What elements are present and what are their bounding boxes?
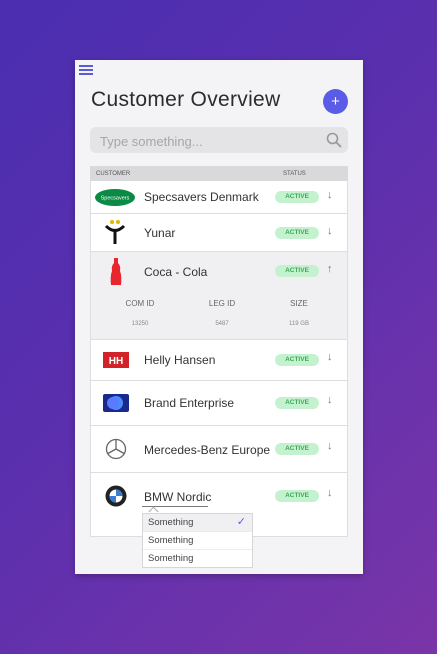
bmw-logo <box>105 485 127 507</box>
expand-arrow-down-icon[interactable]: ↓ <box>327 394 333 406</box>
customer-name[interactable]: Brand Enterprise <box>144 396 234 410</box>
table-row[interactable]: Mercedes-Benz Europe ACTIVE ↓ <box>90 426 348 473</box>
status-badge: ACTIVE <box>275 191 319 203</box>
coca-cola-bottle-logo <box>110 258 122 285</box>
leg-id-value: 5487 <box>215 321 229 327</box>
collapse-arrow-up-icon[interactable]: ↑ <box>327 263 333 275</box>
dropdown-menu: Something ✓ Something Something <box>142 513 253 568</box>
customer-name[interactable]: Helly Hansen <box>144 353 215 367</box>
status-badge: ACTIVE <box>275 227 319 239</box>
helly-hansen-logo: HH <box>103 352 129 368</box>
customer-name[interactable]: Coca - Cola <box>144 265 207 279</box>
table-row[interactable]: Brand Enterprise ACTIVE ↓ <box>90 381 348 426</box>
expand-arrow-down-icon[interactable]: ↓ <box>327 189 333 201</box>
status-badge: ACTIVE <box>275 443 319 455</box>
table-row[interactable]: Specsavers Specsavers Denmark ACTIVE ↓ <box>90 181 348 214</box>
customer-name[interactable]: Specsavers Denmark <box>144 190 259 204</box>
size-label: SIZE <box>290 299 308 308</box>
status-badge: ACTIVE <box>275 397 319 409</box>
com-id-label: COM ID <box>125 299 155 308</box>
customer-name[interactable]: Mercedes-Benz Europe <box>144 443 270 457</box>
table-header: CUSTOMER STATUS <box>90 166 348 181</box>
dropdown-option[interactable]: Something <box>143 532 252 550</box>
expand-arrow-down-icon[interactable]: ↓ <box>327 225 333 237</box>
status-badge: ACTIVE <box>275 265 319 277</box>
add-customer-button[interactable]: + <box>323 89 348 114</box>
column-header-customer: CUSTOMER <box>96 171 131 177</box>
search-icon[interactable] <box>326 132 342 148</box>
size-value: 119 GB <box>289 321 309 327</box>
table-row-expanded[interactable]: Coca - Cola ACTIVE ↑ COM ID LEG ID SIZE … <box>90 252 348 340</box>
customer-overview-panel: Customer Overview + CUSTOMER STATUS Spec… <box>75 60 363 574</box>
specsavers-logo: Specsavers <box>95 189 135 206</box>
svg-text:HH: HH <box>109 356 123 367</box>
com-id-value: 13250 <box>131 321 149 327</box>
dropdown-option-selected[interactable]: Something ✓ <box>143 514 252 532</box>
svg-text:Specsavers: Specsavers <box>101 196 130 202</box>
expand-arrow-down-icon[interactable]: ↓ <box>327 440 333 452</box>
hamburger-menu-icon[interactable] <box>79 63 93 77</box>
page-title: Customer Overview <box>91 88 281 111</box>
yunar-logo <box>104 220 126 244</box>
leg-id-label: LEG ID <box>208 299 236 308</box>
search-bar <box>90 127 348 153</box>
column-header-status: STATUS <box>283 171 306 177</box>
mercedes-logo <box>105 438 127 460</box>
status-badge: ACTIVE <box>275 354 319 366</box>
expand-arrow-down-icon[interactable]: ↓ <box>327 351 333 363</box>
table-row[interactable]: HH Helly Hansen ACTIVE ↓ <box>90 340 348 381</box>
customer-name[interactable]: Yunar <box>144 226 175 240</box>
status-badge: ACTIVE <box>275 490 319 502</box>
brand-enterprise-logo <box>103 394 129 412</box>
customer-name[interactable]: BMW Nordic <box>144 490 211 504</box>
expand-arrow-down-icon[interactable]: ↓ <box>327 487 333 499</box>
dropdown-option[interactable]: Something <box>143 550 252 567</box>
search-input[interactable] <box>98 130 322 152</box>
table-row[interactable]: Yunar ACTIVE ↓ <box>90 214 348 252</box>
check-icon: ✓ <box>236 516 246 528</box>
customer-table: CUSTOMER STATUS Specsavers Specsavers De… <box>90 166 348 537</box>
